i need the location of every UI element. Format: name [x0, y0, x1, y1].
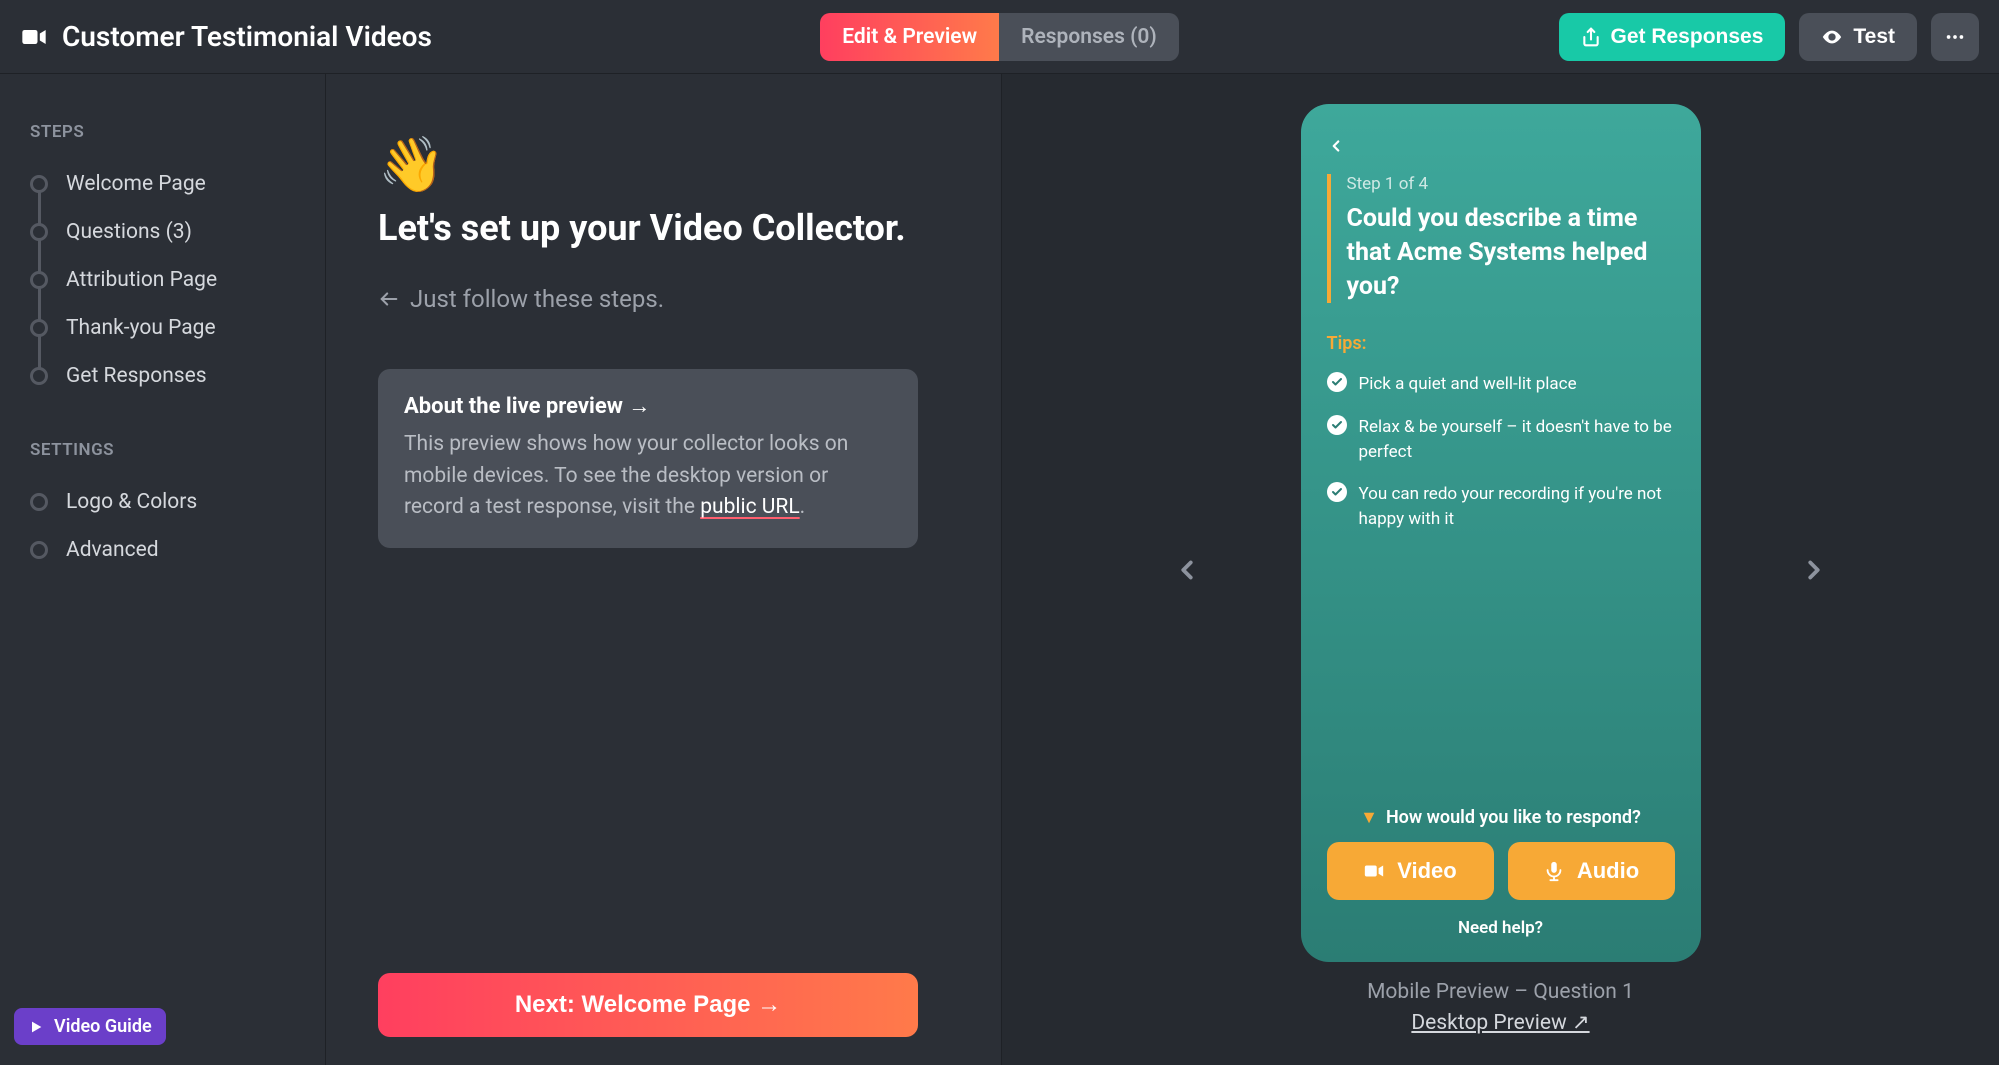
step-bullet-icon [30, 541, 48, 559]
step-label: Attribution Page [66, 268, 217, 292]
header-left: Customer Testimonial Videos [20, 20, 820, 53]
video-guide-label: Video Guide [54, 1016, 152, 1037]
phone-tip-item: Pick a quiet and well-lit place [1327, 372, 1675, 397]
info-card-title: About the live preview → [404, 393, 892, 419]
phone-need-help-link[interactable]: Need help? [1327, 918, 1675, 938]
info-card: About the live preview → This preview sh… [378, 369, 918, 548]
step-get-responses[interactable]: Get Responses [30, 352, 295, 400]
video-guide-button[interactable]: Video Guide [14, 1008, 166, 1045]
settings-logo-colors[interactable]: Logo & Colors [30, 478, 295, 526]
phone-question-text: Could you describe a time that Acme Syst… [1347, 202, 1675, 303]
step-welcome-page[interactable]: Welcome Page [30, 160, 295, 208]
share-icon [1581, 27, 1601, 47]
settings-list: Logo & Colors Advanced [30, 478, 295, 574]
phone-back-button[interactable] [1327, 134, 1675, 158]
step-label: Welcome Page [66, 172, 206, 196]
desktop-preview-link[interactable]: Desktop Preview ↗ [1411, 1010, 1589, 1035]
public-url-link[interactable]: public URL [700, 495, 799, 519]
phone-tip-text: Relax & be yourself – it doesn't have to… [1359, 415, 1675, 464]
step-bullet-icon [30, 319, 48, 337]
editor-heading: Let's set up your Video Collector. [378, 207, 949, 249]
step-attribution-page[interactable]: Attribution Page [30, 256, 295, 304]
phone-audio-label: Audio [1577, 858, 1639, 884]
step-label: Thank-you Page [66, 316, 216, 340]
sidebar: STEPS Welcome Page Questions (3) Attribu… [0, 74, 326, 1065]
phone-tip-text: You can redo your recording if you're no… [1359, 482, 1675, 531]
check-circle-icon [1327, 482, 1347, 502]
phone-respond-prompt: ▼ How would you like to respond? [1327, 807, 1675, 828]
settings-label: Advanced [66, 538, 159, 562]
phone-preview: Step 1 of 4 Could you describe a time th… [1301, 104, 1701, 962]
arrow-left-icon [378, 288, 400, 310]
eye-icon [1821, 26, 1843, 48]
phone-tips-list: Pick a quiet and well-lit place Relax & … [1327, 372, 1675, 549]
phone-tips-heading: Tips: [1327, 333, 1675, 354]
step-label: Get Responses [66, 364, 207, 388]
info-card-body: This preview shows how your collector lo… [404, 429, 892, 524]
header-bar: Customer Testimonial Videos Edit & Previ… [0, 0, 1999, 74]
step-bullet-icon [30, 493, 48, 511]
phone-tip-text: Pick a quiet and well-lit place [1359, 372, 1577, 397]
main-layout: STEPS Welcome Page Questions (3) Attribu… [0, 74, 1999, 1065]
tab-responses[interactable]: Responses (0) [999, 13, 1179, 61]
step-thank-you-page[interactable]: Thank-you Page [30, 304, 295, 352]
editor-subline-text: Just follow these steps. [410, 285, 664, 313]
step-bullet-icon [30, 367, 48, 385]
phone-video-button[interactable]: Video [1327, 842, 1494, 900]
editor-panel: 👋 Let's set up your Video Collector. Jus… [326, 74, 1002, 1065]
check-circle-icon [1327, 372, 1347, 392]
microphone-icon [1543, 860, 1565, 882]
settings-heading: SETTINGS [30, 440, 295, 460]
step-questions[interactable]: Questions (3) [30, 208, 295, 256]
page-title: Customer Testimonial Videos [62, 20, 432, 53]
editor-subline: Just follow these steps. [378, 285, 949, 313]
wave-emoji: 👋 [378, 134, 949, 197]
phone-bottom: ▼ How would you like to respond? Video A… [1327, 807, 1675, 938]
steps-heading: STEPS [30, 122, 295, 142]
video-camera-icon [1363, 860, 1385, 882]
settings-advanced[interactable]: Advanced [30, 526, 295, 574]
phone-video-label: Video [1397, 858, 1457, 884]
preview-caption-text: Mobile Preview – Question 1 [1367, 980, 1634, 1004]
phone-respond-text: How would you like to respond? [1386, 807, 1641, 828]
play-icon [28, 1019, 44, 1035]
phone-audio-button[interactable]: Audio [1508, 842, 1675, 900]
preview-prev-button[interactable] [1172, 547, 1202, 593]
check-circle-icon [1327, 415, 1347, 435]
phone-response-buttons: Video Audio [1327, 842, 1675, 900]
step-bullet-icon [30, 175, 48, 193]
preview-caption: Mobile Preview – Question 1 Desktop Prev… [1367, 980, 1634, 1035]
video-camera-icon [20, 23, 48, 51]
step-bullet-icon [30, 223, 48, 241]
next-button[interactable]: Next: Welcome Page → [378, 973, 918, 1037]
info-body-post: . [800, 495, 806, 519]
more-menu-button[interactable] [1931, 13, 1979, 61]
header-actions: Get Responses Test [1179, 13, 1979, 61]
phone-tip-item: You can redo your recording if you're no… [1327, 482, 1675, 531]
phone-step-label: Step 1 of 4 [1347, 174, 1675, 194]
step-bullet-icon [30, 271, 48, 289]
test-label: Test [1853, 25, 1895, 49]
settings-label: Logo & Colors [66, 490, 197, 514]
get-responses-label: Get Responses [1611, 25, 1764, 49]
get-responses-button[interactable]: Get Responses [1559, 13, 1786, 61]
test-button[interactable]: Test [1799, 13, 1917, 61]
phone-tip-item: Relax & be yourself – it doesn't have to… [1327, 415, 1675, 464]
triangle-down-icon: ▼ [1360, 807, 1378, 828]
phone-question-block: Step 1 of 4 Could you describe a time th… [1327, 174, 1675, 303]
steps-list: Welcome Page Questions (3) Attribution P… [30, 160, 295, 400]
dots-horizontal-icon [1944, 26, 1966, 48]
tab-edit-preview[interactable]: Edit & Preview [820, 13, 999, 61]
preview-panel: Step 1 of 4 Could you describe a time th… [1002, 74, 1999, 1065]
step-label: Questions (3) [66, 220, 192, 244]
header-tabs: Edit & Preview Responses (0) [820, 13, 1178, 61]
preview-next-button[interactable] [1799, 547, 1829, 593]
